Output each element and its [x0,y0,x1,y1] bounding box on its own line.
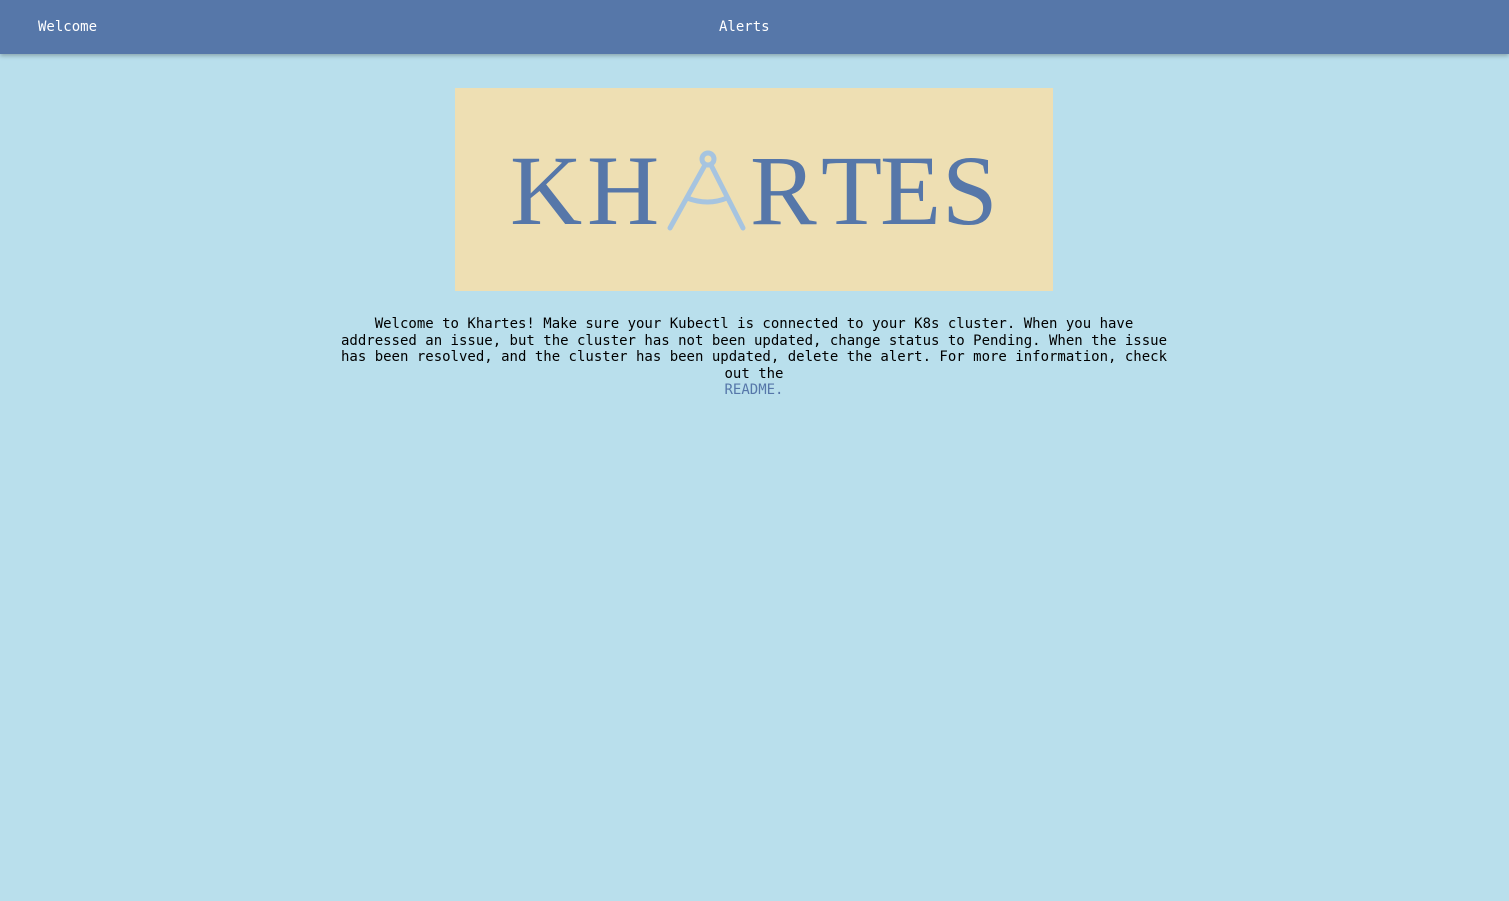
khartes-logo: K H R T E S [510,135,998,246]
nav-welcome-link[interactable]: Welcome [38,18,97,36]
intro-paragraph: Welcome to Khartes! Make sure your Kubec… [340,316,1168,399]
compass-icon [667,150,746,231]
nav-alerts-link[interactable]: Alerts [719,18,770,36]
logo-banner: K H R T E S [455,88,1053,291]
svg-text:K: K [510,135,582,246]
svg-text:S: S [942,135,998,246]
svg-text:T: T [821,135,882,246]
readme-link[interactable]: README. [724,382,783,398]
top-navbar: Welcome Alerts [0,0,1509,54]
intro-text: Welcome to Khartes! Make sure your Kubec… [340,316,1167,382]
svg-text:R: R [750,135,817,246]
svg-text:H: H [587,135,659,246]
svg-text:E: E [880,135,941,246]
